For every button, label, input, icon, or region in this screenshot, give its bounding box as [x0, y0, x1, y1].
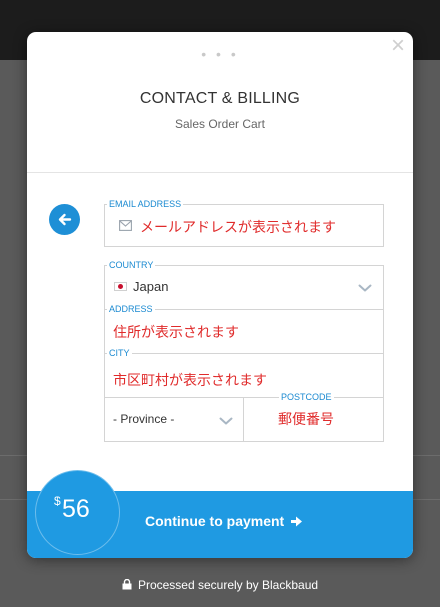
- header-divider: [27, 172, 413, 173]
- address-field[interactable]: 住所が表示されます: [113, 322, 239, 342]
- continue-to-payment-button[interactable]: Continue to payment: [145, 513, 303, 529]
- back-button[interactable]: [49, 204, 80, 235]
- secure-notice: Processed securely by Blackbaud: [0, 578, 440, 592]
- close-icon[interactable]: ×: [388, 34, 408, 58]
- modal-title: CONTACT & BILLING: [139, 90, 301, 107]
- country-select[interactable]: Japan: [133, 279, 168, 294]
- city-label: CITY: [107, 348, 132, 358]
- address-label: ADDRESS: [107, 304, 155, 314]
- chevron-down-icon[interactable]: [358, 284, 372, 292]
- modal-subtitle: Sales Order Cart: [174, 117, 266, 131]
- chevron-down-icon[interactable]: [219, 417, 233, 425]
- city-field[interactable]: 市区町村が表示されます: [113, 370, 267, 390]
- country-label: COUNTRY: [107, 260, 156, 270]
- province-select[interactable]: - Province -: [113, 412, 174, 426]
- japan-flag-icon: [114, 282, 127, 291]
- contact-billing-modal: • • • × CONTACT & BILLING Sales Order Ca…: [27, 32, 413, 558]
- postcode-label: POSTCODE: [279, 392, 334, 402]
- email-value: メールアドレスが表示されます: [140, 219, 336, 235]
- back-arrow-icon: [58, 213, 72, 226]
- secure-text: Processed securely by Blackbaud: [137, 578, 319, 592]
- mail-icon: [119, 220, 132, 231]
- price-amount: 56: [62, 495, 90, 523]
- email-label: EMAIL ADDRESS: [107, 199, 184, 209]
- arrow-right-icon: [291, 516, 303, 526]
- postcode-field[interactable]: 郵便番号: [278, 409, 334, 429]
- row-divider: [105, 353, 383, 354]
- column-divider: [243, 397, 244, 442]
- row-divider: [105, 397, 383, 398]
- continue-label: Continue to payment: [145, 513, 285, 529]
- step-dots: • • •: [201, 46, 239, 62]
- lock-icon: [122, 579, 132, 590]
- price-currency: $: [54, 494, 61, 508]
